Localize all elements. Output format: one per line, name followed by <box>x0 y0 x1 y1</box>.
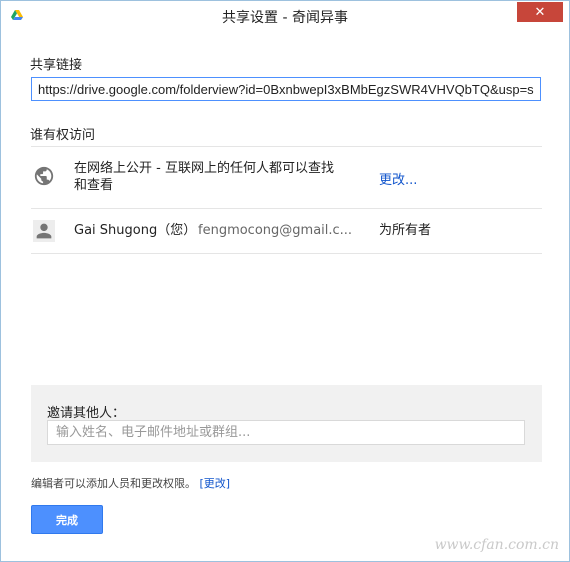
change-permission-link[interactable]: [更改] <box>200 477 231 490</box>
person-icon <box>33 220 55 242</box>
note-text: 编辑者可以添加人员和更改权限。 <box>31 477 196 490</box>
invite-label: 邀请其他人： <box>47 406 126 421</box>
close-icon: ✕ <box>534 4 546 20</box>
dialog-content: 共享链接 谁有权访问 在网络上公开 - 互联网上的任何人都可以查找 和查看 更改… <box>2 31 568 561</box>
invite-input[interactable] <box>47 420 525 445</box>
public-access-line2: 和查看 <box>74 178 114 193</box>
owner-name: Gai Shugong（您） <box>74 223 197 238</box>
owner-email: fengmocong@gmail.c... <box>198 223 353 238</box>
public-access-line1: 在网络上公开 - 互联网上的任何人都可以查找 <box>74 161 334 176</box>
divider <box>31 253 542 254</box>
owner-role: 为所有者 <box>379 223 432 238</box>
access-label: 谁有权访问 <box>30 128 96 143</box>
titlebar: 共享设置 - 奇闻异事 ✕ <box>1 1 569 31</box>
close-button[interactable]: ✕ <box>517 2 563 22</box>
globe-icon <box>34 166 54 186</box>
editor-permission-note: 编辑者可以添加人员和更改权限。 [更改] <box>31 475 230 491</box>
share-link-field[interactable] <box>31 77 541 101</box>
done-button[interactable]: 完成 <box>31 505 103 534</box>
watermark: www.cfan.com.cn <box>434 537 559 553</box>
share-settings-dialog: 共享设置 - 奇闻异事 ✕ 共享链接 谁有权访问 在网络上公开 - 互联网上的任… <box>0 0 570 562</box>
window-title: 共享设置 - 奇闻异事 <box>222 10 348 26</box>
change-access-link[interactable]: 更改... <box>379 169 417 188</box>
public-access-text: 在网络上公开 - 互联网上的任何人都可以查找 和查看 <box>74 160 334 194</box>
share-link-label: 共享链接 <box>30 58 83 73</box>
divider <box>31 146 542 147</box>
divider <box>31 208 542 209</box>
invite-section: 邀请其他人： <box>31 385 542 462</box>
